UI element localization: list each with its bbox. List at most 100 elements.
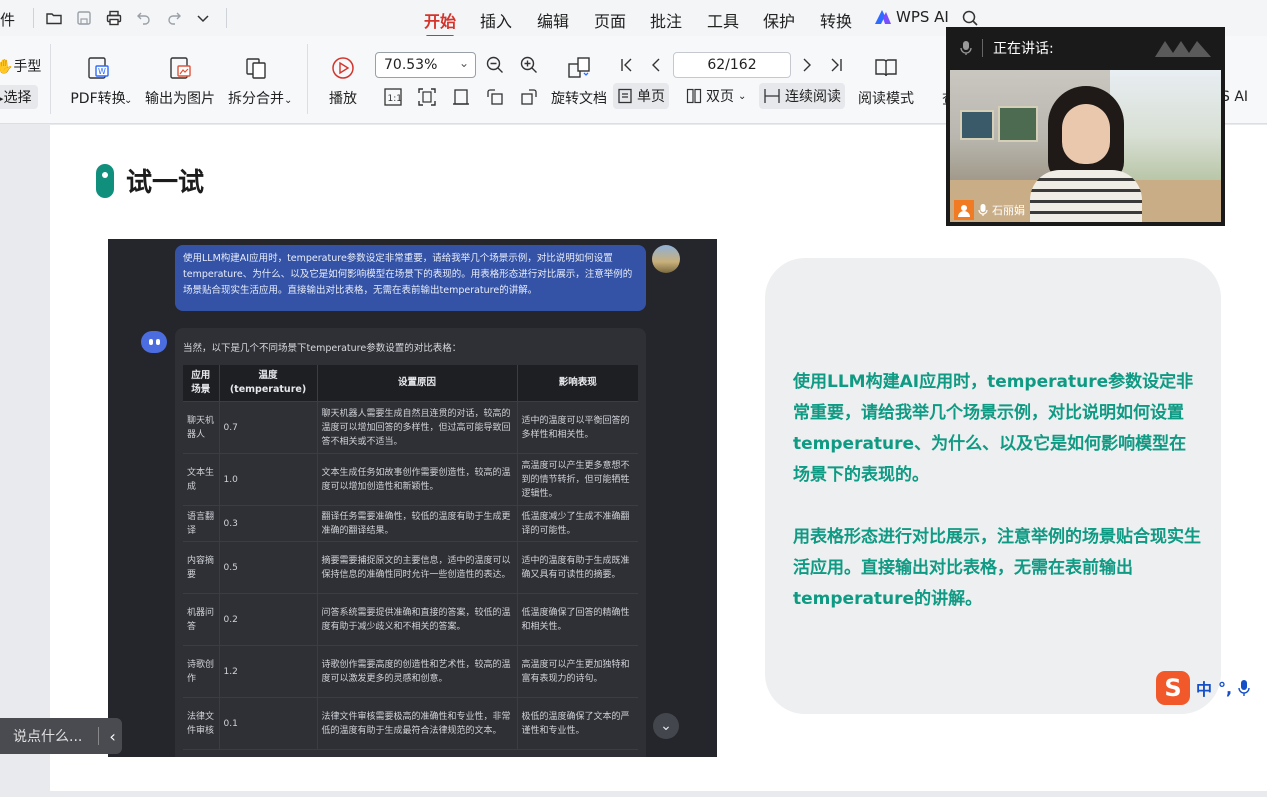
table-cell: 0.2: [219, 593, 318, 646]
hand-tool-button[interactable]: ✋手型: [0, 56, 41, 76]
chevron-down-icon: ⌄: [124, 95, 133, 106]
double-page-button[interactable]: 双页 ⌄: [682, 83, 750, 109]
microphone-icon[interactable]: [1238, 679, 1250, 697]
wall-painting: [960, 110, 994, 140]
pdf-word-icon: W: [84, 54, 112, 82]
continuous-reading-label: 连续阅读: [785, 89, 841, 105]
table-cell: 内容摘要: [183, 541, 220, 594]
partial-ai-label: S AI: [1221, 89, 1249, 105]
zoom-in-icon[interactable]: [518, 54, 540, 76]
table-cell: 聊天机器人: [183, 401, 220, 454]
divider: [982, 39, 983, 57]
fit-width-icon[interactable]: [450, 86, 472, 108]
chevron-down-icon: ⌄: [738, 90, 747, 102]
comparison-table: 应用场景 温度 (temperature) 设置原因 影响表现 聊天机器人 0.…: [183, 365, 638, 750]
first-page-icon[interactable]: [616, 54, 638, 76]
pdf-convert-button[interactable]: W PDF转换: [66, 54, 130, 108]
rotate-left-icon[interactable]: [484, 86, 506, 108]
chevron-down-icon[interactable]: [192, 8, 214, 28]
tab-convert[interactable]: 转换: [820, 8, 852, 32]
tab-edit[interactable]: 编辑: [537, 8, 569, 32]
table-cell: 问答系统需要提供准确和直接的答案，较低的温度有助于减少歧义和不相关的答案。: [317, 593, 518, 646]
double-page-label: 双页: [706, 89, 734, 105]
table-cell: 低温度确保了回答的精确性和相关性。: [517, 593, 638, 646]
speaker-name-tag: 石丽娟: [954, 200, 1025, 220]
tab-start[interactable]: 开始: [424, 8, 456, 38]
table-row: 聊天机器人 0.7 聊天机器人需要生成自然且连贯的对话，较高的温度可以增加回答的…: [183, 401, 638, 454]
play-label: 播放: [329, 91, 357, 107]
redo-icon[interactable]: [163, 8, 185, 28]
zoom-out-icon[interactable]: [484, 54, 506, 76]
tab-protect[interactable]: 保护: [763, 8, 795, 32]
search-icon[interactable]: [959, 8, 981, 28]
table-cell: 文本生成任务如故事创作需要创造性，较高的温度可以增加创造性和新颖性。: [317, 453, 518, 506]
export-image-button[interactable]: 输出为图片: [145, 54, 215, 108]
undo-icon[interactable]: [133, 8, 155, 28]
user-message: 使用LLM构建AI应用时，temperature参数设定非常重要，请给我举几个场…: [175, 245, 646, 311]
export-image-icon: [166, 54, 194, 82]
next-page-icon[interactable]: [796, 54, 818, 76]
comment-placeholder: 说点什么...: [13, 729, 83, 745]
ime-language[interactable]: 中: [1196, 676, 1212, 700]
export-image-label: 输出为图片: [145, 91, 215, 107]
sogou-logo-icon[interactable]: S: [1156, 671, 1190, 705]
table-cell: 极低的温度确保了文本的严谨性和专业性。: [517, 697, 638, 750]
tab-annotate[interactable]: 批注: [650, 8, 682, 32]
table-cell: 1.2: [219, 645, 318, 698]
table-cell: 翻译任务需要准确性，较低的温度有助于生成更准确的翻译结果。: [317, 505, 518, 542]
previous-page-icon[interactable]: [645, 54, 667, 76]
select-tool-label: 选择: [3, 90, 32, 106]
actual-size-icon[interactable]: 1:1: [382, 86, 404, 108]
tab-page[interactable]: 页面: [594, 8, 626, 32]
split-merge-button[interactable]: 拆分合并: [226, 54, 286, 108]
ime-punctuation[interactable]: °,: [1218, 679, 1232, 698]
double-page-icon: [686, 88, 702, 104]
table-cell: 语言翻译: [183, 505, 220, 542]
single-page-button[interactable]: 单页: [613, 83, 669, 109]
table-cell: 高温度可以产生更多意想不到的情节转折，但可能牺牲逻辑性。: [517, 453, 638, 506]
section-heading: 试一试: [96, 162, 204, 199]
svg-text:1:1: 1:1: [388, 94, 402, 104]
table-cell: 1.0: [219, 453, 318, 506]
print-icon[interactable]: [103, 8, 125, 28]
rotate-right-icon[interactable]: [518, 86, 540, 108]
save-icon[interactable]: [73, 8, 95, 28]
video-call-window[interactable]: 正在讲话: 石丽娟: [946, 27, 1225, 226]
reading-mode-label: 阅读模式: [858, 91, 914, 107]
table-cell: 低温度减少了生成不准确翻译的可能性。: [517, 505, 638, 542]
open-folder-icon[interactable]: [43, 8, 65, 28]
table-cell: 文本生成: [183, 453, 220, 506]
continuous-reading-button[interactable]: 连续阅读: [759, 83, 845, 109]
scroll-down-icon[interactable]: ⌄: [653, 713, 679, 739]
bot-avatar-icon: [141, 331, 167, 353]
table-row: 法律文件审核 0.1 法律文件审核需要极高的准确性和专业性，非常低的温度有助于生…: [183, 697, 638, 750]
table-row: 内容摘要 0.5 摘要需要捕捉原文的主要信息，适中的温度可以保持信息的准确性同时…: [183, 541, 638, 594]
split-merge-icon: [242, 54, 270, 82]
rotate-document-button[interactable]: 旋转文档: [550, 54, 608, 108]
reading-mode-button[interactable]: 阅读模式: [856, 54, 916, 108]
user-icon: [954, 200, 974, 220]
svg-text:W: W: [98, 67, 106, 76]
wps-ai-button[interactable]: WPS AI: [874, 8, 949, 26]
divider: [98, 727, 100, 745]
table-row: 语言翻译 0.3 翻译任务需要准确性，较低的温度有助于生成更准确的翻译结果。 低…: [183, 505, 638, 542]
tab-tools[interactable]: 工具: [707, 8, 739, 32]
zoom-select[interactable]: 70.53% ⌄: [375, 52, 476, 78]
chevron-left-icon[interactable]: ‹: [109, 727, 115, 746]
table-cell: 聊天机器人需要生成自然且连贯的对话，较高的温度可以增加回答的多样性，但过高可能导…: [317, 401, 518, 454]
ime-toolbar[interactable]: S 中 °,: [1156, 670, 1267, 706]
page-number-input[interactable]: 62/162: [673, 52, 791, 78]
comment-input[interactable]: 说点什么... ‹: [0, 718, 122, 754]
user-avatar: [652, 245, 680, 273]
chevron-down-icon: ⌄: [458, 56, 469, 70]
fit-page-icon[interactable]: [416, 86, 438, 108]
tab-insert[interactable]: 插入: [480, 8, 512, 32]
select-tool-button[interactable]: ▸选择: [0, 85, 38, 109]
last-page-icon[interactable]: [825, 54, 847, 76]
microphone-icon: [978, 204, 988, 216]
file-menu[interactable]: 文件: [0, 9, 15, 30]
chat-screenshot: 使用LLM构建AI应用时，temperature参数设定非常重要，请给我举几个场…: [108, 239, 717, 757]
play-button[interactable]: 播放: [324, 54, 362, 108]
table-cell: 摘要需要捕捉原文的主要信息，适中的温度可以保持信息的准确性同时允许一些创造性的表…: [317, 541, 518, 594]
split-merge-label: 拆分合并: [228, 91, 284, 107]
